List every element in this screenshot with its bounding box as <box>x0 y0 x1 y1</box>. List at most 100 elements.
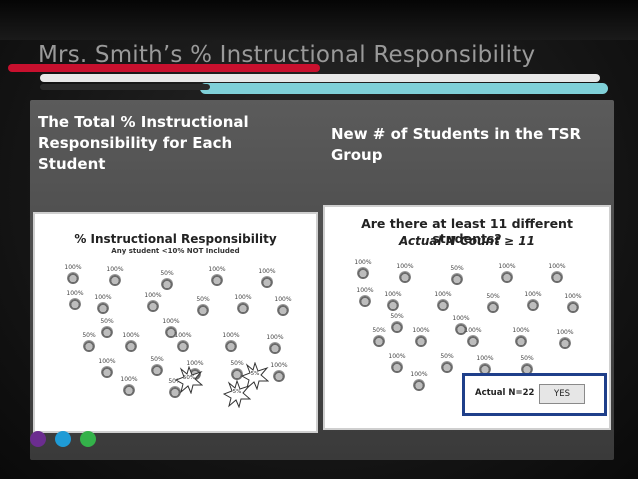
student-percent: 50% <box>486 293 500 300</box>
student-face-icon <box>273 370 285 382</box>
student-face-icon <box>123 384 135 396</box>
student-marker: 100% <box>375 291 411 313</box>
student-percent: 50% <box>520 355 534 362</box>
student-percent: 100% <box>174 332 192 339</box>
student-marker: 100% <box>387 263 423 285</box>
student-marker: 100% <box>425 291 461 313</box>
student-marker: 100% <box>55 264 91 286</box>
student-marker: 50% <box>439 265 475 287</box>
student-face-icon <box>441 361 453 373</box>
student-percent: 100% <box>258 268 276 275</box>
student-face-icon <box>83 340 95 352</box>
teal-stripe <box>200 83 608 94</box>
blue-dot-icon <box>55 431 71 447</box>
student-percent: 100% <box>476 355 494 362</box>
student-percent: 50% <box>150 356 164 363</box>
student-marker: 50% <box>139 356 175 378</box>
student-percent: 50% <box>82 332 96 339</box>
student-face-icon <box>261 276 273 288</box>
student-percent: 100% <box>498 263 516 270</box>
student-percent: 100% <box>162 318 180 325</box>
student-marker: 100% <box>97 266 133 288</box>
student-percent: 50% <box>390 313 404 320</box>
student-face-icon <box>97 302 109 314</box>
student-percent: 100% <box>266 334 284 341</box>
student-marker: 100% <box>265 296 301 318</box>
student-percent: 100% <box>354 259 372 266</box>
student-percent: 100% <box>434 291 452 298</box>
student-percent: 100% <box>556 329 574 336</box>
student-percent: 100% <box>106 266 124 273</box>
student-percent: 100% <box>94 294 112 301</box>
student-face-icon <box>451 273 463 285</box>
white-stripe <box>40 74 600 82</box>
red-stripe <box>8 64 320 72</box>
student-marker: 100% <box>555 293 591 315</box>
student-percent: 50% <box>196 296 210 303</box>
star-student-percent: 5% <box>250 371 260 377</box>
star-student-marker: 5% <box>223 380 251 408</box>
student-percent: 100% <box>98 358 116 365</box>
student-face-icon <box>211 274 223 286</box>
student-marker: 100% <box>515 291 551 313</box>
student-percent: 100% <box>64 264 82 271</box>
student-marker: 100% <box>345 259 381 281</box>
student-marker: 100% <box>113 332 149 354</box>
student-percent: 100% <box>464 327 482 334</box>
student-face-icon <box>125 340 137 352</box>
student-marker: 50% <box>361 327 397 349</box>
student-face-icon <box>277 304 289 316</box>
student-percent: 100% <box>384 291 402 298</box>
student-face-icon <box>197 304 209 316</box>
student-percent: 100% <box>222 332 240 339</box>
student-marker: 100% <box>85 294 121 316</box>
student-percent: 100% <box>234 294 252 301</box>
student-face-icon <box>177 340 189 352</box>
student-face-icon <box>413 379 425 391</box>
student-face-icon <box>559 337 571 349</box>
actual-count-label: Actual N=22 <box>475 388 535 398</box>
student-percent: 100% <box>120 376 138 383</box>
left-heading: The Total % Instructional Responsibility… <box>38 113 249 173</box>
student-marker: 100% <box>249 268 285 290</box>
student-percent: 100% <box>274 296 292 303</box>
student-marker: 50% <box>475 293 511 315</box>
yes-button[interactable]: YES <box>539 384 585 404</box>
student-face-icon <box>415 335 427 347</box>
student-face-icon <box>269 342 281 354</box>
student-percent: 100% <box>524 291 542 298</box>
student-marker: 100% <box>111 376 147 398</box>
student-face-icon <box>501 271 513 283</box>
top-band <box>0 0 638 40</box>
student-face-icon <box>567 301 579 313</box>
student-face-icon <box>109 274 121 286</box>
student-marker: 100% <box>213 332 249 354</box>
student-marker: 50% <box>149 270 185 292</box>
student-percent: 100% <box>452 315 470 322</box>
student-percent: 100% <box>564 293 582 300</box>
student-face-icon <box>467 335 479 347</box>
student-marker: 50% <box>71 332 107 354</box>
student-marker: 100% <box>503 327 539 349</box>
student-face-icon <box>225 340 237 352</box>
student-face-icon <box>161 278 173 290</box>
student-percent: 100% <box>388 353 406 360</box>
student-face-icon <box>551 271 563 283</box>
student-marker: 100% <box>455 327 491 349</box>
student-marker: 50% <box>185 296 221 318</box>
student-percent: 100% <box>144 292 162 299</box>
student-percent: 100% <box>412 327 430 334</box>
student-marker: 100% <box>403 327 439 349</box>
student-face-icon <box>527 299 539 311</box>
student-marker: 100% <box>225 294 261 316</box>
student-face-icon <box>151 364 163 376</box>
student-percent: 100% <box>512 327 530 334</box>
student-face-icon <box>487 301 499 313</box>
student-percent: 100% <box>122 332 140 339</box>
star-student-percent: 5% <box>232 389 242 395</box>
student-marker: 100% <box>547 329 583 351</box>
student-percent: 100% <box>410 371 428 378</box>
student-percent: 50% <box>440 353 454 360</box>
student-percent: 50% <box>160 270 174 277</box>
student-face-icon <box>67 272 79 284</box>
